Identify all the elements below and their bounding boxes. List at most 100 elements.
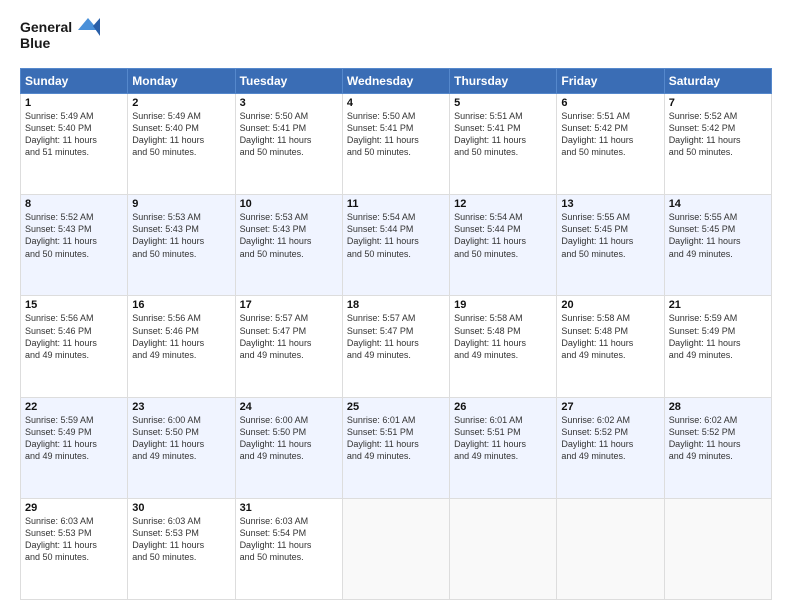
day-number: 24	[240, 401, 338, 413]
day-info: Sunrise: 5:56 AM Sunset: 5:46 PM Dayligh…	[25, 312, 123, 361]
day-info: Sunrise: 5:55 AM Sunset: 5:45 PM Dayligh…	[561, 211, 659, 260]
day-number: 11	[347, 198, 445, 210]
day-number: 23	[132, 401, 230, 413]
day-info: Sunrise: 6:01 AM Sunset: 5:51 PM Dayligh…	[454, 414, 552, 463]
day-info: Sunrise: 6:01 AM Sunset: 5:51 PM Dayligh…	[347, 414, 445, 463]
day-info: Sunrise: 5:59 AM Sunset: 5:49 PM Dayligh…	[25, 414, 123, 463]
calendar-day-cell: 11Sunrise: 5:54 AM Sunset: 5:44 PM Dayli…	[342, 195, 449, 296]
day-number: 29	[25, 502, 123, 514]
calendar-header-cell: Tuesday	[235, 69, 342, 94]
calendar-day-cell: 30Sunrise: 6:03 AM Sunset: 5:53 PM Dayli…	[128, 498, 235, 599]
header: General Blue	[20, 16, 772, 58]
day-number: 17	[240, 299, 338, 311]
calendar-header-cell: Wednesday	[342, 69, 449, 94]
day-info: Sunrise: 5:52 AM Sunset: 5:43 PM Dayligh…	[25, 211, 123, 260]
calendar-week-row: 22Sunrise: 5:59 AM Sunset: 5:49 PM Dayli…	[21, 397, 772, 498]
day-number: 2	[132, 97, 230, 109]
day-number: 3	[240, 97, 338, 109]
calendar-week-row: 15Sunrise: 5:56 AM Sunset: 5:46 PM Dayli…	[21, 296, 772, 397]
day-number: 18	[347, 299, 445, 311]
calendar-day-cell: 1Sunrise: 5:49 AM Sunset: 5:40 PM Daylig…	[21, 94, 128, 195]
day-info: Sunrise: 5:54 AM Sunset: 5:44 PM Dayligh…	[347, 211, 445, 260]
calendar-header-cell: Friday	[557, 69, 664, 94]
logo: General Blue	[20, 16, 100, 58]
calendar-day-cell	[664, 498, 771, 599]
day-info: Sunrise: 6:00 AM Sunset: 5:50 PM Dayligh…	[240, 414, 338, 463]
day-number: 13	[561, 198, 659, 210]
day-number: 5	[454, 97, 552, 109]
calendar-day-cell	[557, 498, 664, 599]
day-info: Sunrise: 6:03 AM Sunset: 5:53 PM Dayligh…	[132, 515, 230, 564]
day-info: Sunrise: 5:57 AM Sunset: 5:47 PM Dayligh…	[347, 312, 445, 361]
day-number: 21	[669, 299, 767, 311]
day-number: 8	[25, 198, 123, 210]
calendar-day-cell: 9Sunrise: 5:53 AM Sunset: 5:43 PM Daylig…	[128, 195, 235, 296]
calendar-header-cell: Sunday	[21, 69, 128, 94]
page: General Blue SundayMondayTuesdayWednesda…	[0, 0, 792, 612]
day-number: 31	[240, 502, 338, 514]
day-number: 16	[132, 299, 230, 311]
calendar-week-row: 29Sunrise: 6:03 AM Sunset: 5:53 PM Dayli…	[21, 498, 772, 599]
calendar-day-cell: 16Sunrise: 5:56 AM Sunset: 5:46 PM Dayli…	[128, 296, 235, 397]
day-info: Sunrise: 6:00 AM Sunset: 5:50 PM Dayligh…	[132, 414, 230, 463]
day-info: Sunrise: 5:54 AM Sunset: 5:44 PM Dayligh…	[454, 211, 552, 260]
day-number: 1	[25, 97, 123, 109]
calendar-day-cell: 17Sunrise: 5:57 AM Sunset: 5:47 PM Dayli…	[235, 296, 342, 397]
calendar-day-cell: 24Sunrise: 6:00 AM Sunset: 5:50 PM Dayli…	[235, 397, 342, 498]
day-info: Sunrise: 5:51 AM Sunset: 5:41 PM Dayligh…	[454, 110, 552, 159]
calendar-day-cell	[342, 498, 449, 599]
day-info: Sunrise: 6:03 AM Sunset: 5:53 PM Dayligh…	[25, 515, 123, 564]
day-info: Sunrise: 5:55 AM Sunset: 5:45 PM Dayligh…	[669, 211, 767, 260]
day-number: 10	[240, 198, 338, 210]
calendar-day-cell: 31Sunrise: 6:03 AM Sunset: 5:54 PM Dayli…	[235, 498, 342, 599]
day-number: 6	[561, 97, 659, 109]
logo-svg: General Blue	[20, 16, 100, 58]
calendar-header-cell: Monday	[128, 69, 235, 94]
day-info: Sunrise: 5:49 AM Sunset: 5:40 PM Dayligh…	[132, 110, 230, 159]
calendar-day-cell: 25Sunrise: 6:01 AM Sunset: 5:51 PM Dayli…	[342, 397, 449, 498]
day-info: Sunrise: 6:02 AM Sunset: 5:52 PM Dayligh…	[561, 414, 659, 463]
calendar-day-cell: 27Sunrise: 6:02 AM Sunset: 5:52 PM Dayli…	[557, 397, 664, 498]
calendar-week-row: 1 Sunrise: 5:49 AM Sunset: 5:40 PM Daylig…	[21, 94, 772, 195]
calendar-day-cell	[450, 498, 557, 599]
day-info: Sunrise: 5:57 AM Sunset: 5:47 PM Dayligh…	[240, 312, 338, 361]
calendar-body: 1 Sunrise: 5:49 AM Sunset: 5:40 PM Daylig…	[21, 94, 772, 600]
day-info: Sunrise: 5:56 AM Sunset: 5:46 PM Dayligh…	[132, 312, 230, 361]
calendar-day-cell: 28Sunrise: 6:02 AM Sunset: 5:52 PM Dayli…	[664, 397, 771, 498]
day-number: 12	[454, 198, 552, 210]
calendar-day-cell: 7Sunrise: 5:52 AM Sunset: 5:42 PM Daylig…	[664, 94, 771, 195]
day-info: Sunrise: 5:59 AM Sunset: 5:49 PM Dayligh…	[669, 312, 767, 361]
day-info: Sunrise: 5:53 AM Sunset: 5:43 PM Dayligh…	[132, 211, 230, 260]
calendar-day-cell: 26Sunrise: 6:01 AM Sunset: 5:51 PM Dayli…	[450, 397, 557, 498]
day-number: 19	[454, 299, 552, 311]
day-info: Sunrise: 5:50 AM Sunset: 5:41 PM Dayligh…	[240, 110, 338, 159]
calendar-day-cell: 29Sunrise: 6:03 AM Sunset: 5:53 PM Dayli…	[21, 498, 128, 599]
calendar-day-cell: 3Sunrise: 5:50 AM Sunset: 5:41 PM Daylig…	[235, 94, 342, 195]
calendar-day-cell: 19Sunrise: 5:58 AM Sunset: 5:48 PM Dayli…	[450, 296, 557, 397]
calendar-day-cell: 14Sunrise: 5:55 AM Sunset: 5:45 PM Dayli…	[664, 195, 771, 296]
day-number: 7	[669, 97, 767, 109]
calendar-day-cell: 2Sunrise: 5:49 AM Sunset: 5:40 PM Daylig…	[128, 94, 235, 195]
calendar-header-cell: Saturday	[664, 69, 771, 94]
day-number: 27	[561, 401, 659, 413]
day-info: Sunrise: 5:53 AM Sunset: 5:43 PM Dayligh…	[240, 211, 338, 260]
calendar-week-row: 8Sunrise: 5:52 AM Sunset: 5:43 PM Daylig…	[21, 195, 772, 296]
day-number: 28	[669, 401, 767, 413]
calendar-header-cell: Thursday	[450, 69, 557, 94]
calendar-day-cell: 20Sunrise: 5:58 AM Sunset: 5:48 PM Dayli…	[557, 296, 664, 397]
calendar-day-cell: 21Sunrise: 5:59 AM Sunset: 5:49 PM Dayli…	[664, 296, 771, 397]
calendar-day-cell: 22Sunrise: 5:59 AM Sunset: 5:49 PM Dayli…	[21, 397, 128, 498]
day-info: Sunrise: 6:02 AM Sunset: 5:52 PM Dayligh…	[669, 414, 767, 463]
calendar-table: SundayMondayTuesdayWednesdayThursdayFrid…	[20, 68, 772, 600]
calendar-day-cell: 23Sunrise: 6:00 AM Sunset: 5:50 PM Dayli…	[128, 397, 235, 498]
day-info: Sunrise: 5:50 AM Sunset: 5:41 PM Dayligh…	[347, 110, 445, 159]
day-number: 20	[561, 299, 659, 311]
calendar-day-cell: 13Sunrise: 5:55 AM Sunset: 5:45 PM Dayli…	[557, 195, 664, 296]
calendar-day-cell: 12Sunrise: 5:54 AM Sunset: 5:44 PM Dayli…	[450, 195, 557, 296]
day-number: 14	[669, 198, 767, 210]
day-number: 9	[132, 198, 230, 210]
calendar-day-cell: 18Sunrise: 5:57 AM Sunset: 5:47 PM Dayli…	[342, 296, 449, 397]
calendar-day-cell: 10Sunrise: 5:53 AM Sunset: 5:43 PM Dayli…	[235, 195, 342, 296]
day-number: 4	[347, 97, 445, 109]
day-info: Sunrise: 5:52 AM Sunset: 5:42 PM Dayligh…	[669, 110, 767, 159]
